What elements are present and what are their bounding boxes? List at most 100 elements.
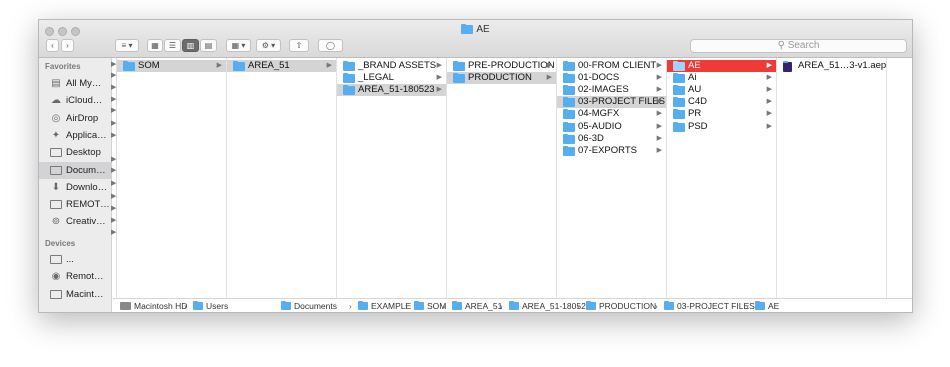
sidebar-item[interactable]: ... bbox=[39, 251, 111, 268]
disclosure-arrow-icon: ▶ bbox=[656, 62, 662, 69]
list-view-button[interactable]: ☰ bbox=[164, 39, 181, 52]
path-bar: Macintosh HD›Users›Documents›EXAMPLE›SOM… bbox=[113, 298, 912, 312]
path-segment-label: Macintosh HD bbox=[134, 301, 188, 311]
action-button[interactable]: ⚙ ▾ bbox=[256, 39, 281, 52]
documents-icon bbox=[50, 165, 62, 175]
path-segment[interactable]: Macintosh HD bbox=[120, 299, 188, 312]
folder-item[interactable]: PSD ▶ bbox=[667, 121, 776, 133]
folder-item[interactable]: Ai ▶ bbox=[667, 72, 776, 84]
folder-icon bbox=[343, 85, 355, 96]
folder-item[interactable]: PRE-PRODUCTION ▶ bbox=[447, 60, 556, 72]
folder-icon bbox=[563, 133, 575, 144]
folder-item[interactable]: AREA_51-180523 ▶ bbox=[337, 84, 446, 97]
folder-item[interactable]: SOM ▶ bbox=[117, 60, 226, 72]
forward-button[interactable]: › bbox=[61, 39, 74, 52]
disclosure-arrow-icon: ▶ bbox=[546, 62, 552, 69]
disclosure-arrow-icon: ▶ bbox=[111, 132, 117, 139]
sidebar-item[interactable]: ▤ All My… bbox=[39, 75, 111, 92]
folder-item[interactable]: AE ▶ bbox=[667, 60, 776, 72]
folder-name: PRODUCTION bbox=[468, 72, 532, 84]
downloads-icon: ⬇ bbox=[51, 181, 61, 193]
folder-name: PRE-PRODUCTION bbox=[468, 60, 555, 71]
path-segment[interactable]: EXAMPLE bbox=[358, 299, 411, 312]
folder-item[interactable]: _LEGAL ▶ bbox=[337, 72, 446, 84]
disclosure-arrow-icon: ▶ bbox=[111, 229, 117, 236]
folder-item[interactable]: PRODUCTION ▶ bbox=[447, 72, 556, 85]
search-field[interactable]: ⚲ Search bbox=[690, 39, 907, 53]
sidebar-item[interactable]: ◉ Remot… bbox=[39, 268, 111, 285]
path-segment[interactable]: SOM bbox=[414, 299, 446, 312]
path-segment-label: AE bbox=[768, 301, 780, 311]
sidebar-item[interactable]: Macint… bbox=[39, 286, 111, 303]
folder-item[interactable]: AU ▶ bbox=[667, 84, 776, 96]
folder-icon bbox=[563, 121, 575, 132]
disclosure-arrow-icon: ▶ bbox=[111, 96, 117, 103]
folder-name: AREA_51 bbox=[248, 60, 290, 71]
path-segment[interactable]: AE bbox=[755, 299, 780, 312]
folder-name: C4D bbox=[688, 96, 708, 108]
folder-icon bbox=[673, 61, 685, 71]
path-separator-icon: › bbox=[577, 302, 580, 311]
sidebar-item[interactable]: ☁ iCloud… bbox=[39, 92, 111, 109]
folder-item[interactable]: C4D ▶ bbox=[667, 96, 776, 108]
arrange-button[interactable]: ▦ ▾ bbox=[226, 39, 251, 52]
folder-icon bbox=[123, 61, 135, 71]
sidebar-item[interactable]: Desktop bbox=[39, 144, 111, 161]
folder-name: _LEGAL bbox=[358, 72, 394, 84]
sidebar-item[interactable]: REMOT… bbox=[39, 196, 111, 213]
path-segment[interactable]: Documents bbox=[281, 299, 337, 312]
view-options-button[interactable]: ≡ ▾ bbox=[115, 39, 139, 52]
disclosure-arrow-icon: ▶ bbox=[326, 62, 332, 69]
share-button[interactable]: ⇧ bbox=[289, 39, 309, 52]
sidebar-item[interactable]: ◎ AirDrop bbox=[39, 110, 111, 127]
folder-item[interactable]: PR ▶ bbox=[667, 108, 776, 120]
browser-column-empty bbox=[887, 58, 912, 298]
browser-column: _BRAND ASSETS ▶ _LEGAL ▶ AREA_51-180523 ▶ bbox=[337, 58, 447, 298]
search-icon: ⚲ bbox=[777, 40, 785, 51]
folder-item[interactable]: AREA_51 ▶ bbox=[227, 60, 336, 72]
browser-column: 00-FROM CLIENT ▶ 01-DOCS ▶ 02-IMAGES ▶ 03-PROJ… bbox=[557, 58, 667, 298]
folder-icon bbox=[509, 301, 519, 310]
sidebar-item[interactable]: Docum… bbox=[39, 161, 111, 179]
disclosure-arrow-icon: ▶ bbox=[766, 122, 772, 130]
folder-item[interactable]: _BRAND ASSETS ▶ bbox=[337, 60, 446, 72]
disclosure-arrow-icon: ▶ bbox=[436, 74, 442, 82]
path-segment[interactable]: 03-PROJECT FILES bbox=[664, 299, 755, 312]
disclosure-arrow-icon: ▶ bbox=[546, 74, 552, 82]
search-placeholder: Search bbox=[787, 40, 820, 51]
folder-item[interactable]: 02-IMAGES ▶ bbox=[557, 84, 666, 96]
path-segment[interactable]: PRODUCTION bbox=[586, 299, 657, 312]
path-segment[interactable]: Users bbox=[193, 299, 228, 312]
folder-icon bbox=[452, 301, 462, 310]
folder-item[interactable]: 05-AUDIO ▶ bbox=[557, 121, 666, 133]
folder-name: 06-3D bbox=[578, 132, 604, 144]
sidebar-item[interactable]: ⬇ Downlo… bbox=[39, 179, 111, 196]
folder-item[interactable]: 04-MGFX ▶ bbox=[557, 108, 666, 120]
folder-name: 01-DOCS bbox=[578, 72, 620, 84]
folder-icon bbox=[673, 109, 685, 120]
file-item[interactable]: AREA_51…3-v1.aep bbox=[777, 60, 886, 72]
disclosure-arrow-icon: ▶ bbox=[656, 74, 662, 82]
disclosure-arrow-icon: ▶ bbox=[766, 98, 772, 106]
finder-window: AE ‹ › ≡ ▾ ▦ ☰ ▥ ▤ ▦ ▾ ⚙ ▾ ⇧ ◯ ⚲ Search … bbox=[38, 19, 913, 313]
path-segment-label: PRODUCTION bbox=[599, 301, 657, 311]
folder-item[interactable]: 06-3D ▶ bbox=[557, 133, 666, 145]
disclosure-arrow-icon: ▶ bbox=[436, 62, 442, 69]
folder-icon bbox=[233, 61, 245, 71]
sidebar-item[interactable]: ✦ Applica… bbox=[39, 127, 111, 144]
sidebar-item[interactable]: ⊚ Creativ… bbox=[39, 213, 111, 230]
path-segment[interactable]: AREA_51 bbox=[452, 299, 502, 312]
column-view-button[interactable]: ▥ bbox=[182, 39, 199, 52]
folder-item[interactable]: 07-EXPORTS ▶ bbox=[557, 145, 666, 157]
disclosure-arrow-icon: ▶ bbox=[656, 146, 662, 154]
tag-button[interactable]: ◯ bbox=[318, 39, 343, 52]
back-button[interactable]: ‹ bbox=[46, 39, 59, 52]
icon-view-button[interactable]: ▦ bbox=[147, 39, 163, 52]
gallery-view-button[interactable]: ▤ bbox=[200, 39, 217, 52]
disclosure-arrow-icon: ▶ bbox=[111, 107, 117, 114]
disclosure-arrow-icon: ▶ bbox=[111, 156, 117, 163]
folder-item[interactable]: 00-FROM CLIENT ▶ bbox=[557, 60, 666, 72]
folder-item[interactable]: 01-DOCS ▶ bbox=[557, 72, 666, 84]
folder-item[interactable]: 03-PROJECT FILES ▶ bbox=[557, 96, 666, 109]
folder-icon bbox=[563, 109, 575, 120]
